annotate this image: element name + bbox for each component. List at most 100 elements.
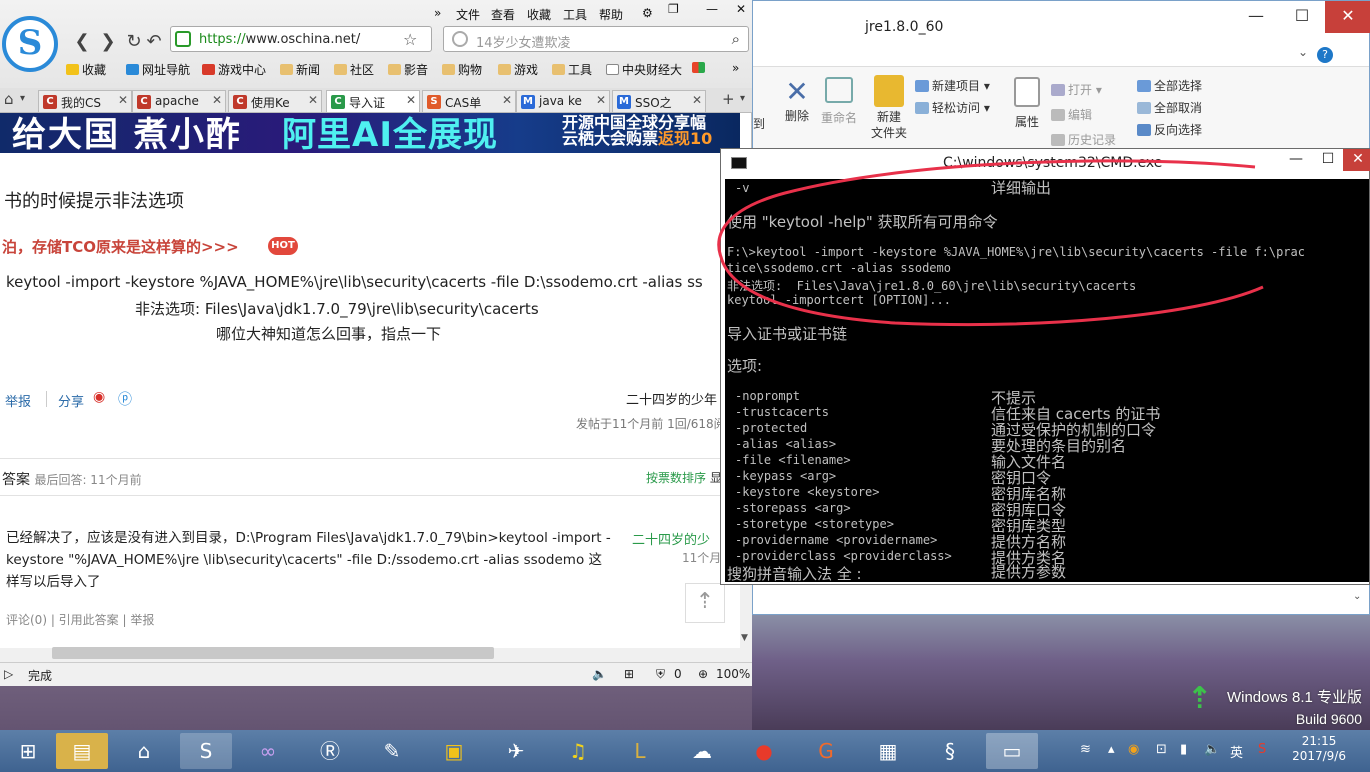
cloud-app-icon[interactable]: ☁: [676, 733, 728, 769]
fav-item[interactable]: 收藏: [66, 61, 106, 78]
ad-banner[interactable]: 给大国 煮小酢 阿里AI全展现 开源中国全球分享幅 云栖大会购票返现10: [0, 113, 740, 153]
new-item-button[interactable]: 新建项目 ▾: [915, 77, 990, 94]
fav-item[interactable]: 游戏: [498, 61, 538, 78]
delete-button[interactable]: ✕ 删除: [777, 77, 817, 124]
fav-overflow-icon[interactable]: »: [732, 61, 739, 75]
fav-item[interactable]: 社区: [334, 61, 374, 78]
speaker-icon[interactable]: 🔈: [592, 667, 607, 681]
clock[interactable]: 21:15 2017/9/6: [1292, 734, 1346, 764]
tab-close-icon[interactable]: ✕: [502, 93, 512, 107]
tab-close-icon[interactable]: ✕: [212, 93, 222, 107]
menu-help[interactable]: 帮助: [599, 6, 623, 23]
wifi-icon[interactable]: ≋: [1080, 742, 1091, 757]
input-language[interactable]: 英: [1230, 742, 1243, 761]
new-folder-button[interactable]: 新建 文件夹: [869, 75, 909, 141]
visual-studio-icon[interactable]: ∞: [242, 733, 294, 769]
fav-item[interactable]: 购物: [442, 61, 482, 78]
properties-button[interactable]: 属性: [1009, 77, 1045, 130]
fav-item[interactable]: 影音: [388, 61, 428, 78]
league-app-icon[interactable]: L: [614, 733, 666, 769]
browser-tab[interactable]: Capache ✕: [132, 90, 226, 112]
music-app-icon[interactable]: ♫: [552, 733, 604, 769]
answer-actions[interactable]: 评论(0) | 引用此答案 | 举报: [6, 611, 154, 628]
tab-close-icon[interactable]: ✕: [118, 93, 128, 107]
tray-expand-icon[interactable]: ▴: [1108, 742, 1115, 757]
download-icon[interactable]: ⊞: [624, 667, 634, 681]
forward-icon[interactable]: ❯: [96, 30, 120, 54]
window-minimize-icon[interactable]: —: [706, 2, 718, 16]
easy-access-button[interactable]: 轻松访问 ▾: [915, 99, 990, 116]
back-icon[interactable]: ❮: [70, 30, 94, 54]
menu-file[interactable]: 文件: [456, 6, 480, 23]
browser-tab[interactable]: M SSO之 ✕: [612, 90, 706, 112]
scroll-down-icon[interactable]: ▼: [741, 633, 748, 643]
ribbon-expand-icon[interactable]: ⌄: [1298, 45, 1308, 59]
fav-item[interactable]: 新闻: [280, 61, 320, 78]
weibo-icon[interactable]: ◉: [93, 389, 105, 405]
home-app-icon[interactable]: ⌂: [118, 733, 170, 769]
share-link[interactable]: 分享: [58, 391, 84, 410]
invert-selection-button[interactable]: 反向选择: [1137, 121, 1202, 138]
fav-item[interactable]: 工具: [552, 61, 592, 78]
browser-tab[interactable]: S CAS单 ✕: [422, 90, 516, 112]
open-button[interactable]: 打开 ▾: [1051, 81, 1102, 98]
search-icon[interactable]: ⌕: [732, 30, 740, 48]
browser-tab[interactable]: C 我的CS ✕: [38, 90, 132, 112]
tool-app-icon[interactable]: ✎: [366, 733, 418, 769]
menu-view[interactable]: 查看: [491, 6, 515, 23]
minimize-button[interactable]: —: [1233, 1, 1279, 33]
horizontal-scroll-thumb[interactable]: [52, 647, 494, 659]
browser-tab[interactable]: C 使用Ke ✕: [228, 90, 322, 112]
skin-icon[interactable]: ⚙: [642, 6, 653, 20]
shield-icon[interactable]: ⛨: [656, 667, 665, 682]
cmd-close-button[interactable]: ✕: [1343, 149, 1370, 171]
bird-app-icon[interactable]: ✈: [490, 733, 542, 769]
cmd-maximize-button[interactable]: ☐: [1313, 149, 1343, 171]
select-all-button[interactable]: 全部选择: [1137, 77, 1202, 94]
sort-by-votes[interactable]: 按票数排序 显: [646, 469, 722, 486]
volume-icon[interactable]: 🔈: [1204, 742, 1220, 757]
tray-app-icon[interactable]: ◉: [1128, 742, 1139, 757]
zoom-icon[interactable]: ⊕: [698, 667, 708, 681]
home-icon[interactable]: ⌂: [4, 90, 14, 108]
menu-favorites[interactable]: 收藏: [527, 6, 551, 23]
tab-close-icon[interactable]: ✕: [308, 93, 318, 107]
help-icon[interactable]: ?: [1317, 47, 1333, 63]
answer-user[interactable]: 二十四岁的少: [632, 529, 710, 548]
sogou-browser-icon[interactable]: S: [180, 733, 232, 769]
control-panel-icon[interactable]: ▦: [862, 733, 914, 769]
fav-item[interactable]: 中央财经大: [606, 61, 682, 78]
tab-close-icon[interactable]: ✕: [596, 93, 606, 107]
tab-close-icon[interactable]: ✕: [406, 93, 416, 107]
maximize-button[interactable]: ☐: [1279, 1, 1325, 33]
window-close-icon[interactable]: ✕: [736, 2, 746, 16]
browser-tab[interactable]: Mjava ke ✕: [516, 90, 610, 112]
explorer-scroll-down-icon[interactable]: ⌄: [1353, 591, 1369, 615]
back-to-top-icon[interactable]: ⇡: [685, 583, 725, 623]
search-box[interactable]: 14岁少女遭欺凌 ⌕: [443, 26, 749, 52]
history-button[interactable]: 历史记录: [1051, 131, 1116, 148]
red-app-icon[interactable]: ●: [738, 733, 790, 769]
select-none-button[interactable]: 全部取消: [1137, 99, 1202, 116]
status-arrow-icon[interactable]: ▷: [4, 667, 13, 681]
qzone-icon[interactable]: ⓟ: [118, 389, 132, 409]
start-button[interactable]: ⊞: [2, 733, 54, 769]
address-bar[interactable]: https://www.oschina.net/ ☆: [170, 26, 432, 52]
fav-item[interactable]: 网址导航: [126, 61, 190, 78]
author-name[interactable]: 二十四岁的少年: [626, 389, 717, 408]
rename-button[interactable]: 重命名: [817, 77, 861, 126]
sogou-ime-icon[interactable]: S: [1258, 742, 1266, 757]
cmd-minimize-button[interactable]: —: [1281, 149, 1311, 171]
tab-close-icon[interactable]: ✕: [692, 93, 702, 107]
script-app-icon[interactable]: §: [924, 733, 976, 769]
close-button[interactable]: ✕: [1325, 1, 1370, 33]
menu-overflow-icon[interactable]: »: [434, 6, 441, 20]
edit-button[interactable]: 编辑: [1051, 106, 1092, 123]
tab-list-icon[interactable]: ▾: [20, 93, 25, 104]
cmd-taskbar-icon[interactable]: ▭: [986, 733, 1038, 769]
battery-icon[interactable]: ▮: [1180, 742, 1187, 757]
fav-item[interactable]: 游戏中心: [202, 61, 266, 78]
favorite-star-icon[interactable]: ☆: [403, 30, 417, 49]
app-icon[interactable]: ▣: [428, 733, 480, 769]
window-restore-icon[interactable]: ❐: [668, 2, 679, 16]
